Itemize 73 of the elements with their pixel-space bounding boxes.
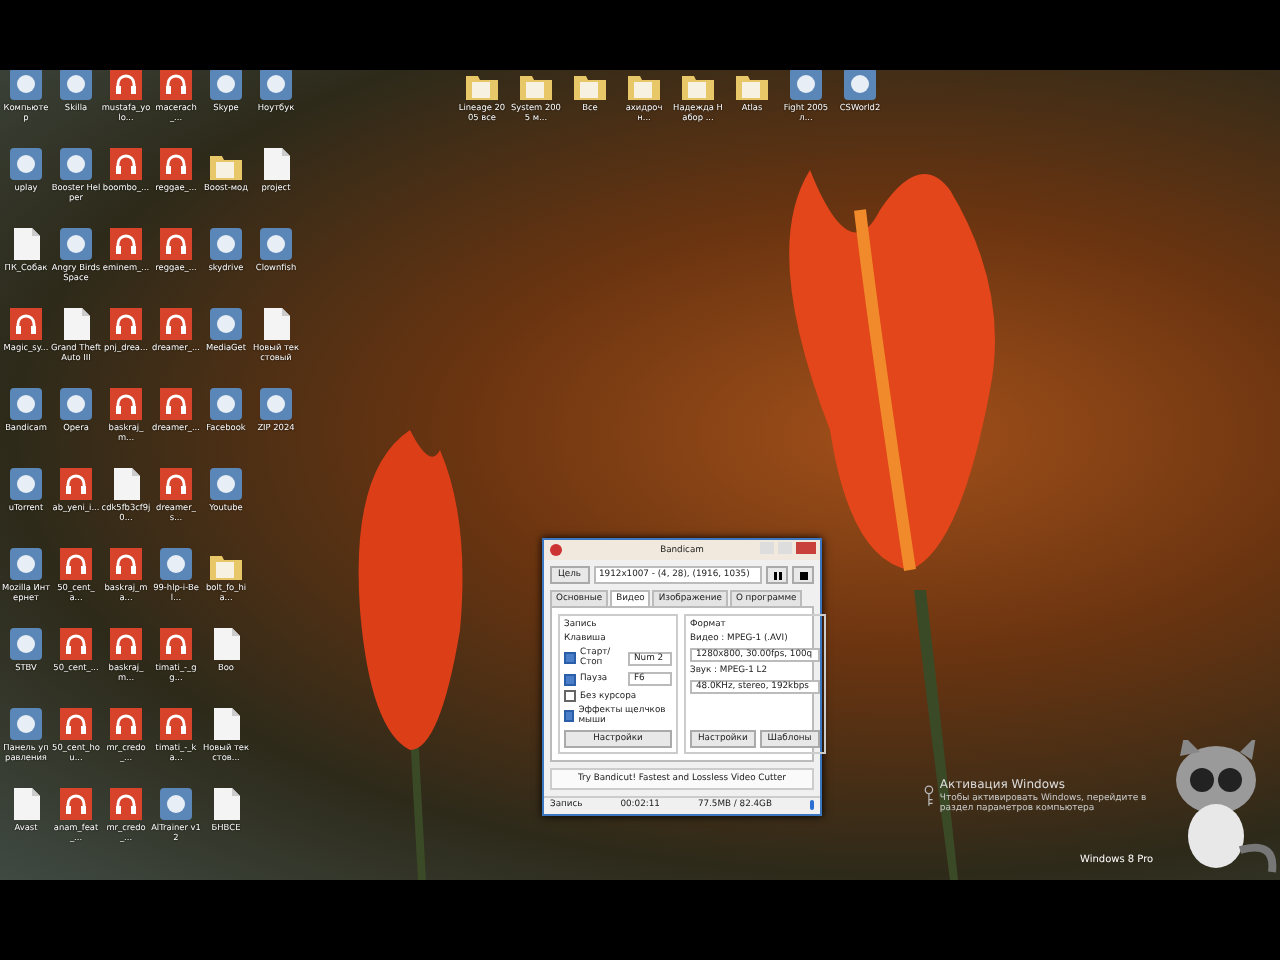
headphones-icon [160,70,192,100]
app-icon [10,548,42,580]
app-icon [210,388,242,420]
app-icon [210,70,242,100]
checkbox[interactable] [564,690,576,702]
app-icon [10,148,42,180]
headphones-icon [110,548,142,580]
app-icon [60,228,92,260]
headphones-icon [60,468,92,500]
app-logo-icon [550,544,562,556]
headphones-icon [160,148,192,180]
headphones-icon [160,468,192,500]
pause-icon [773,571,781,579]
folder-icon [574,72,606,100]
headphones-icon [160,628,192,660]
document-icon [263,148,289,180]
checkbox[interactable] [564,673,576,685]
headphones-icon [110,228,142,260]
headphones-icon [60,708,92,740]
headphones-icon [110,708,142,740]
app-icon [10,388,42,420]
app-icon [160,788,192,820]
headphones-icon [110,628,142,660]
headphones-icon [110,388,142,420]
app-icon [260,388,292,420]
folder-icon [466,72,498,100]
folder-icon [210,152,242,180]
folder-icon [210,552,242,580]
document-icon [113,468,139,500]
app-icon [60,388,92,420]
document-icon [63,308,89,340]
app-icon [210,308,242,340]
stop-button[interactable] [792,566,814,584]
app-icon [10,708,42,740]
document-icon [13,788,39,820]
app-icon [10,628,42,660]
headphones-icon [60,788,92,820]
headphones-icon [110,148,142,180]
app-icon [60,70,92,100]
headphones-icon [60,548,92,580]
folder-icon [520,72,552,100]
pause-button[interactable] [766,566,788,584]
document-icon [213,788,239,820]
document-icon [13,228,39,260]
app-icon [844,70,876,100]
checkbox[interactable] [564,710,575,722]
app-icon [60,148,92,180]
stop-icon [799,571,807,579]
document-icon [213,628,239,660]
app-icon [10,70,42,100]
headphones-icon [10,308,42,340]
checkbox[interactable] [564,652,576,664]
headphones-icon [110,70,142,100]
headphones-icon [160,308,192,340]
headphones-icon [160,708,192,740]
document-icon [213,708,239,740]
app-icon [160,548,192,580]
headphones-icon [110,308,142,340]
app-icon [210,228,242,260]
headphones-icon [60,628,92,660]
headphones-icon [160,388,192,420]
app-icon [260,70,292,100]
app-icon [260,228,292,260]
headphones-icon [110,788,142,820]
folder-icon [736,72,768,100]
folder-icon [682,72,714,100]
app-icon [790,70,822,100]
headphones-icon [160,228,192,260]
document-icon [263,308,289,340]
folder-icon [628,72,660,100]
app-icon [10,468,42,500]
microphone-icon [809,800,814,810]
app-icon [210,468,242,500]
